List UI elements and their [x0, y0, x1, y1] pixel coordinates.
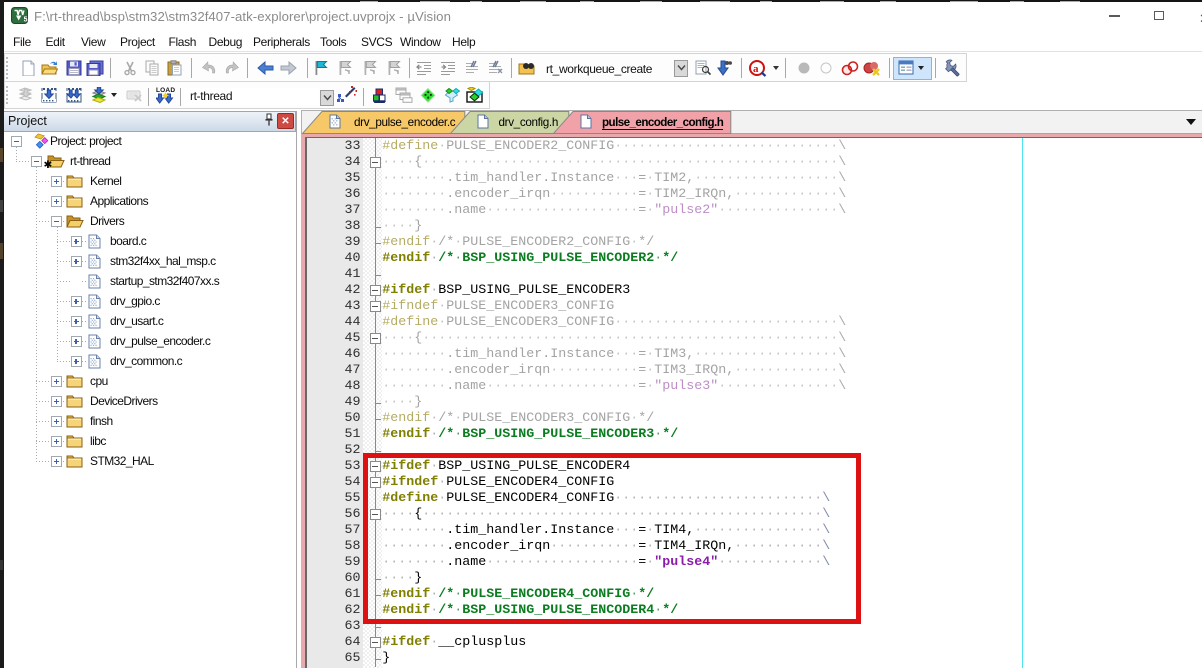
svg-text:5: 5	[24, 17, 28, 24]
svg-text:a: a	[753, 63, 759, 75]
